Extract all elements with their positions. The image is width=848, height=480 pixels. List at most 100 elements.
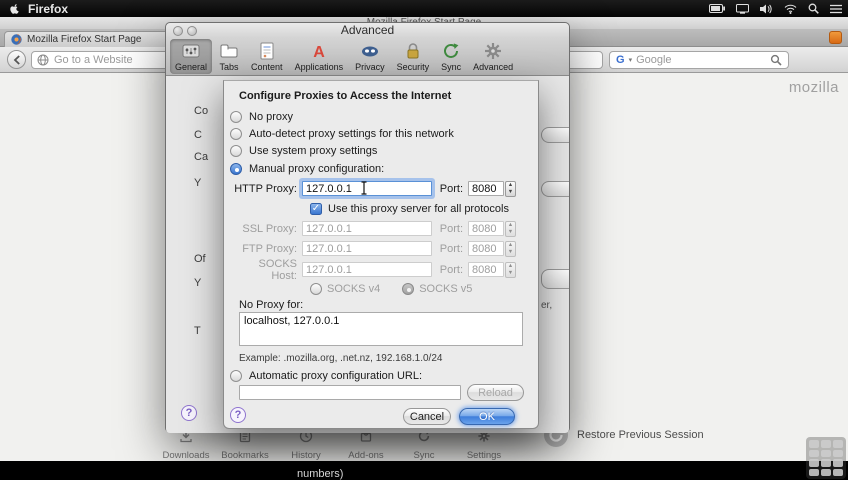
startpage-item-sync[interactable]: Sync	[392, 429, 456, 463]
prefs-tab-general[interactable]: General	[170, 39, 213, 74]
security-lock-icon	[403, 41, 423, 61]
bg-text-fragment: Ca	[194, 151, 209, 163]
bg-button-fragment	[541, 181, 569, 197]
auto-config-label: Automatic proxy configuration URL:	[249, 370, 423, 382]
socks-v5-radio-selected[interactable]	[402, 283, 415, 295]
preferences-title: Advanced	[166, 23, 569, 38]
bg-text-fragment: Y	[194, 177, 202, 189]
search-icon[interactable]	[770, 54, 782, 66]
battery-icon[interactable]	[709, 4, 725, 13]
menu-list-icon[interactable]	[830, 4, 842, 14]
http-port-stepper[interactable]: ▲ ▼	[505, 180, 516, 197]
option-system-proxy[interactable]: Use system proxy settings	[230, 144, 377, 158]
checkmark-icon: ✓	[311, 203, 321, 214]
option-auto-detect[interactable]: Auto-detect proxy settings for this netw…	[230, 127, 454, 141]
prefs-tab-content[interactable]: Content	[246, 39, 288, 74]
startpage-item-label: Settings	[466, 450, 502, 461]
general-icon	[181, 41, 201, 61]
http-port-input[interactable]	[468, 181, 504, 196]
ssl-port-input[interactable]	[468, 221, 504, 236]
socks-host-input[interactable]	[302, 262, 432, 277]
auto-config-url-input[interactable]	[239, 385, 461, 400]
socks-host-label: SOCKS Host:	[258, 257, 297, 282]
share-proxy-label: Use this proxy server for all protocols	[328, 203, 509, 215]
ftp-port-stepper[interactable]: ▲ ▼	[505, 240, 516, 257]
spotlight-search-icon[interactable]	[808, 3, 819, 14]
option-manual-proxy[interactable]: Manual proxy configuration:	[230, 162, 384, 176]
socks-port-input[interactable]	[468, 262, 504, 277]
option-label: Use system proxy settings	[249, 145, 378, 157]
reload-button[interactable]: Reload	[467, 384, 524, 401]
minimize-button[interactable]	[187, 26, 197, 36]
option-label: Manual proxy configuration:	[249, 163, 385, 175]
checkbox-checked-icon: ✓	[310, 203, 322, 215]
search-bar[interactable]: G ▾ Google	[609, 51, 789, 69]
dialog-heading: Configure Proxies to Access the Internet	[239, 90, 452, 102]
ok-label: OK	[479, 410, 495, 423]
dialog-help-label: ?	[234, 409, 242, 421]
cancel-label: Cancel	[409, 410, 445, 423]
socks-port-stepper[interactable]: ▲ ▼	[505, 261, 516, 278]
bg-button-fragment	[541, 127, 569, 143]
share-proxy-checkbox[interactable]: ✓ Use this proxy server for all protocol…	[310, 202, 509, 216]
prefs-tab-tabs[interactable]: Tabs	[214, 39, 244, 74]
option-auto-config-url[interactable]: Automatic proxy configuration URL:	[230, 369, 422, 383]
prefs-tab-label: Advanced	[473, 62, 514, 72]
display-icon[interactable]	[736, 3, 749, 14]
startpage-item-downloads[interactable]: Downloads	[154, 429, 218, 463]
ssl-port-stepper[interactable]: ▲ ▼	[505, 220, 516, 237]
bg-text-fragment: T	[194, 325, 201, 337]
socks-v4-radio[interactable]	[310, 283, 322, 295]
bg-text-fragment: Of	[194, 253, 206, 265]
stepper-up-icon: ▲	[507, 221, 514, 228]
prefs-tab-advanced[interactable]: Advanced	[468, 39, 518, 74]
caret-down-icon[interactable]: ▾	[629, 56, 633, 64]
startpage-item-label: History	[291, 450, 321, 461]
globe-icon	[37, 54, 49, 66]
ftp-proxy-input[interactable]	[302, 241, 432, 256]
prefs-tab-security[interactable]: Security	[392, 39, 435, 74]
stepper-down-icon: ▼	[507, 188, 514, 195]
radio-icon	[230, 128, 242, 140]
dialog-help-button[interactable]: ?	[230, 407, 246, 423]
prefs-tab-privacy[interactable]: Privacy	[350, 39, 390, 74]
option-no-proxy[interactable]: No proxy	[230, 110, 293, 124]
bg-button-fragment	[541, 269, 569, 289]
prefs-tab-label: Security	[396, 62, 430, 72]
content-icon	[257, 41, 277, 61]
volume-icon[interactable]	[760, 4, 773, 14]
startpage-item-bookmarks[interactable]: Bookmarks	[213, 429, 277, 463]
no-proxy-label: No Proxy for:	[239, 299, 304, 311]
prefs-help-button[interactable]: ?	[181, 405, 197, 421]
ftp-port-input[interactable]	[468, 241, 504, 256]
tab-start-page[interactable]: Mozilla Firefox Start Page	[4, 31, 174, 47]
svg-text:A: A	[313, 44, 325, 61]
apple-menu[interactable]	[9, 2, 20, 15]
text-cursor-icon	[361, 181, 367, 195]
menu-app-name[interactable]: Firefox	[28, 2, 68, 16]
advanced-gear-icon	[483, 41, 503, 61]
tab-list-icon[interactable]	[829, 31, 842, 44]
stepper-down-icon: ▼	[507, 228, 514, 235]
no-proxy-textarea[interactable]: localhost, 127.0.0.1	[239, 312, 523, 346]
prefs-tab-label: Content	[251, 62, 283, 72]
wifi-icon[interactable]	[784, 4, 797, 14]
ssl-proxy-input[interactable]	[302, 221, 432, 236]
ok-button[interactable]: OK	[459, 408, 515, 425]
close-button[interactable]	[173, 26, 183, 36]
back-button[interactable]	[7, 50, 26, 69]
applications-icon: A	[309, 41, 329, 61]
cancel-button[interactable]: Cancel	[403, 408, 451, 425]
preferences-toolbar: General Tabs Content A Applications Priv…	[166, 38, 569, 76]
prefs-tab-sync[interactable]: Sync	[436, 39, 466, 74]
prefs-tab-applications[interactable]: A Applications	[290, 39, 349, 74]
stepper-up-icon: ▲	[507, 181, 514, 188]
menu-bar: Firefox	[0, 0, 848, 17]
startpage-item-settings[interactable]: Settings	[452, 429, 516, 463]
privacy-mask-icon	[360, 41, 380, 61]
ssl-proxy-label: SSL Proxy:	[242, 222, 297, 235]
restore-session-label: Restore Previous Session	[577, 429, 704, 441]
startpage-item-history[interactable]: History	[274, 429, 338, 463]
bg-text-fragment: Y	[194, 277, 202, 289]
startpage-item-addons[interactable]: Add-ons	[334, 429, 398, 463]
